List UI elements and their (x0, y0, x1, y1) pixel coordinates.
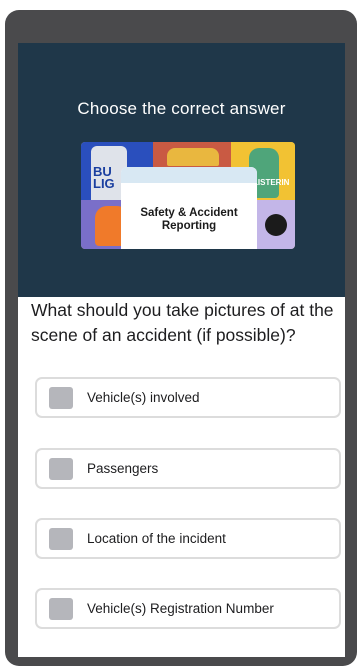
option-label: Vehicle(s) Registration Number (87, 601, 274, 616)
checkbox[interactable] (49, 387, 73, 409)
quiz-prompt: Choose the correct answer (77, 99, 286, 118)
option-label: Passengers (87, 461, 159, 476)
can-label: BU LIG (93, 164, 115, 191)
checkbox[interactable] (49, 528, 73, 550)
option-location[interactable]: Location of the incident (35, 518, 341, 559)
bottle-label: LISTERIN (253, 178, 290, 187)
quiz-screen: Choose the correct answer BU LIG LISTERI… (18, 43, 345, 657)
thumbnail-title-line1: Safety & Accident (140, 207, 238, 219)
title-card-strip (121, 167, 257, 183)
thumbnail-title: Safety & Accident Reporting (121, 207, 257, 233)
option-label: Vehicle(s) involved (87, 390, 200, 405)
question-text: What should you take pictures of at the … (31, 300, 334, 345)
option-label: Location of the incident (87, 531, 226, 546)
option-passengers[interactable]: Passengers (35, 448, 341, 489)
checkbox[interactable] (49, 458, 73, 480)
option-registration-number[interactable]: Vehicle(s) Registration Number (35, 588, 341, 629)
option-vehicles-involved[interactable]: Vehicle(s) involved (35, 377, 341, 418)
course-thumbnail: BU LIG LISTERIN Safety & Accident Report… (81, 142, 295, 249)
checkbox[interactable] (49, 598, 73, 620)
quiz-header: Choose the correct answer BU LIG LISTERI… (18, 43, 345, 297)
thumbnail-title-line2: Reporting (161, 220, 217, 232)
fries-image (167, 148, 219, 166)
device-frame: Choose the correct answer BU LIG LISTERI… (5, 10, 357, 666)
thumbnail-title-card: Safety & Accident Reporting (121, 167, 257, 249)
dark-product-image (265, 214, 287, 236)
